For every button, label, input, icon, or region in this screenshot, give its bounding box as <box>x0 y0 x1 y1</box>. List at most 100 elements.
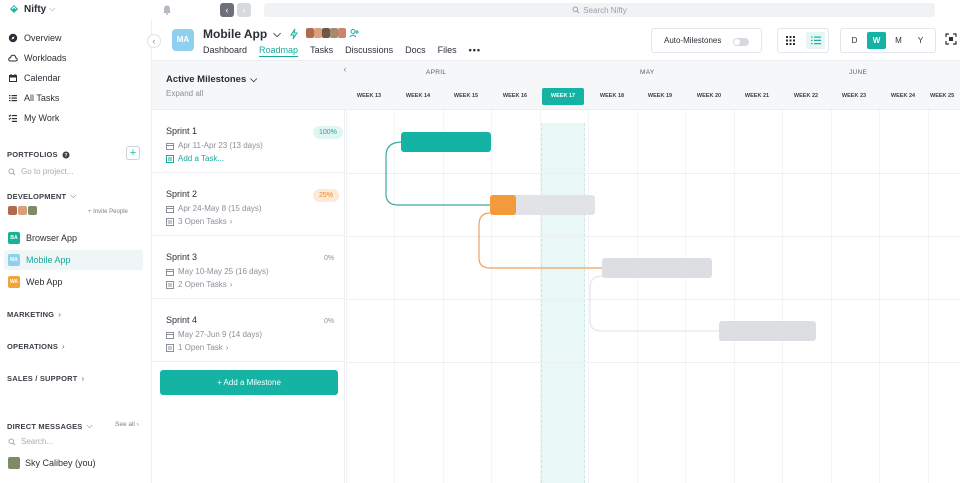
group-sales-support[interactable]: SALES / SUPPORT › <box>7 374 84 383</box>
milestone-row[interactable]: Sprint 2 25% Apr 24-May 8 (15 days) 3 Op… <box>152 173 345 236</box>
project-title[interactable]: Mobile App ⌵ <box>203 27 281 41</box>
milestone-bar-sprint-3[interactable] <box>602 258 712 278</box>
app-root: Nifty ⌵ ‹ › Search Nifty Overview Worklo… <box>0 0 960 483</box>
auto-milestones-toggle[interactable] <box>733 38 749 46</box>
avatar[interactable] <box>314 28 322 38</box>
avatar[interactable] <box>338 28 346 38</box>
milestone-bar-sprint-1[interactable] <box>401 132 491 152</box>
task-icon <box>166 280 174 289</box>
avatar[interactable] <box>18 206 27 215</box>
global-search-input[interactable]: Search Nifty <box>264 3 935 17</box>
group-marketing[interactable]: MARKETING › <box>7 310 61 319</box>
list-view-button[interactable] <box>806 32 825 49</box>
chevron-down-icon: ⌵ <box>70 191 77 200</box>
tab-dashboard[interactable]: Dashboard <box>203 45 247 55</box>
project-header: ‹ MA Mobile App ⌵ Dashboard Roadmap Task… <box>147 20 960 60</box>
workspace-switcher[interactable]: Nifty ⌵ <box>8 3 55 15</box>
week-label: WEEK 16 <box>502 93 528 99</box>
tab-discussions[interactable]: Discussions <box>345 45 393 55</box>
scale-day-button[interactable]: D <box>845 32 864 49</box>
search-icon <box>8 438 16 445</box>
expand-all-link[interactable]: Expand all <box>166 89 203 98</box>
add-portfolio-button[interactable]: + <box>126 146 140 160</box>
avatar[interactable] <box>306 28 314 38</box>
milestone-row[interactable]: Sprint 3 0% May 10-May 25 (16 days) 2 Op… <box>152 236 345 299</box>
bell-icon[interactable] <box>162 4 172 15</box>
calendar-icon <box>9 74 17 82</box>
sidebar-item-label: All Tasks <box>24 93 60 103</box>
add-task-link[interactable]: Add a Task... <box>166 154 224 163</box>
calendar-icon <box>166 205 174 213</box>
timeline-scroll-left-button[interactable]: ‹ <box>339 64 351 76</box>
group-operations[interactable]: OPERATIONS › <box>7 342 65 351</box>
tab-roadmap[interactable]: Roadmap <box>259 45 298 55</box>
active-milestones-dropdown[interactable]: Active Milestones ⌵ <box>166 74 257 85</box>
lightning-icon[interactable] <box>289 28 299 40</box>
more-tabs-button[interactable]: ••• <box>469 45 481 55</box>
sidebar-project-web-app[interactable]: WA Web App <box>4 272 143 292</box>
sidebar-item-all-tasks[interactable]: All Tasks <box>8 93 59 103</box>
month-label: APRIL <box>426 69 447 76</box>
compass-icon <box>8 33 18 43</box>
milestone-dates-text: May 10-May 25 (16 days) <box>178 267 269 276</box>
nifty-logo-icon <box>10 5 18 13</box>
avatar[interactable] <box>330 28 338 38</box>
milestone-progress-badge: 0% <box>324 255 335 262</box>
tab-tasks[interactable]: Tasks <box>310 45 333 55</box>
avatar[interactable] <box>28 206 37 215</box>
add-milestone-button[interactable]: + Add a Milestone <box>160 370 338 395</box>
milestone-row[interactable]: Sprint 1 100% Apr 11-Apr 23 (13 days) Ad… <box>152 110 345 173</box>
milestone-row[interactable]: Sprint 4 0% May 27-Jun 9 (14 days) 1 Ope… <box>152 299 345 362</box>
dm-item-self[interactable]: Sky Calibey (you) <box>8 457 96 469</box>
open-tasks-text: 2 Open Tasks <box>178 280 227 289</box>
development-label: DEVELOPMENT <box>7 191 67 201</box>
fullscreen-icon[interactable] <box>945 33 957 45</box>
milestone-progress-badge: 25% <box>313 189 340 202</box>
cloud-icon <box>8 54 18 62</box>
sidebar-item-workloads[interactable]: Workloads <box>8 53 66 63</box>
development-heading[interactable]: DEVELOPMENT ⌵ <box>7 191 77 201</box>
grid-icon <box>786 36 795 45</box>
sidebar-item-calendar[interactable]: Calendar <box>8 73 61 83</box>
add-task-text: Add a Task... <box>178 154 225 163</box>
forward-button[interactable]: › <box>237 3 251 17</box>
invite-people-link[interactable]: + Invite People <box>88 209 128 215</box>
open-tasks-link[interactable]: 2 Open Tasks › <box>166 280 232 289</box>
sidebar-project-mobile-app[interactable]: MA Mobile App <box>4 250 143 270</box>
milestone-progress-badge: 0% <box>324 318 335 325</box>
group-label: MARKETING <box>7 310 55 319</box>
project-search-input[interactable]: Go to project... <box>8 167 73 176</box>
sidebar-project-browser-app[interactable]: BA Browser App <box>4 228 143 248</box>
checklist-icon <box>8 114 17 122</box>
add-member-icon[interactable] <box>349 28 360 39</box>
sidebar-item-overview[interactable]: Overview <box>8 33 62 43</box>
week-label: WEEK 20 <box>696 93 722 99</box>
list-icon <box>810 36 821 45</box>
open-tasks-text: 1 Open Task <box>178 343 223 352</box>
open-tasks-link[interactable]: 1 Open Task › <box>166 343 228 352</box>
dm-search-input[interactable]: Search... <box>8 437 53 446</box>
milestone-bar-sprint-4[interactable] <box>719 321 816 341</box>
svg-text:?: ? <box>64 153 67 159</box>
direct-messages-heading[interactable]: DIRECT MESSAGES ⌵ <box>7 421 93 431</box>
project-tabs: Dashboard Roadmap Tasks Discussions Docs… <box>203 45 493 55</box>
grid-view-button[interactable] <box>781 32 800 49</box>
tab-files[interactable]: Files <box>438 45 457 55</box>
back-button[interactable]: ‹ <box>220 3 234 17</box>
workspace-name: Nifty <box>24 3 47 15</box>
milestones-header-label: Active Milestones <box>166 74 247 85</box>
avatar[interactable] <box>8 206 17 215</box>
scale-month-button[interactable]: M <box>889 32 908 49</box>
help-icon[interactable]: ? <box>62 151 70 159</box>
milestone-name: Sprint 2 <box>166 189 198 199</box>
collapse-sidebar-button[interactable]: ‹ <box>147 34 161 48</box>
tab-docs[interactable]: Docs <box>405 45 426 55</box>
sidebar-item-my-work[interactable]: My Work <box>8 113 59 123</box>
open-tasks-link[interactable]: 3 Open Tasks › <box>166 217 232 226</box>
week-label: WEEK 19 <box>647 93 673 99</box>
scale-week-button[interactable]: W <box>867 32 886 49</box>
avatar[interactable] <box>322 28 330 38</box>
scale-year-button[interactable]: Y <box>911 32 930 49</box>
week-label: WEEK 13 <box>356 93 382 99</box>
see-all-link[interactable]: See all › <box>115 421 139 428</box>
